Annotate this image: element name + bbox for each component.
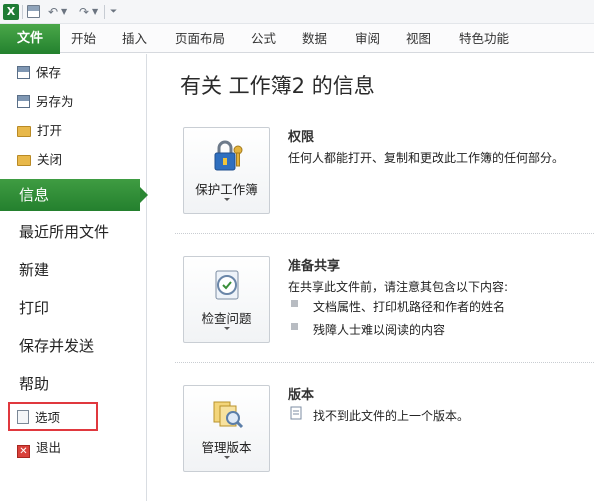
nav-save-send[interactable]: 保存并发送 bbox=[19, 332, 94, 360]
folder-close-icon bbox=[17, 155, 31, 166]
nav-exit[interactable]: ✕ 退出 bbox=[17, 437, 61, 459]
section-divider bbox=[175, 362, 594, 363]
versions-text: 找不到此文件的上一个版本。 bbox=[313, 409, 470, 423]
nav-save-as[interactable]: 另存为 bbox=[17, 91, 74, 113]
bullet-icon bbox=[291, 300, 298, 307]
permissions-text: 任何人都能打开、复制和更改此工作簿的任何部分。 bbox=[288, 151, 565, 165]
lock-key-icon bbox=[214, 140, 243, 171]
tab-special-features[interactable]: 特色功能 bbox=[459, 24, 509, 53]
protect-workbook-label: 保护工作簿 bbox=[195, 182, 258, 197]
tab-page-layout[interactable]: 页面布局 bbox=[175, 24, 225, 53]
versions-heading: 版本 bbox=[288, 388, 315, 403]
tab-review[interactable]: 审阅 bbox=[355, 24, 380, 53]
redo-dropdown-icon[interactable]: ▼ bbox=[92, 4, 98, 20]
ribbon-tab-bar: 开始 插入 页面布局 公式 数据 审阅 视图 特色功能 bbox=[0, 24, 594, 53]
check-issues-label: 检查问题 bbox=[201, 311, 252, 326]
page-title: 有关 工作簿2 的信息 bbox=[180, 74, 375, 98]
manage-versions-label: 管理版本 bbox=[201, 440, 252, 455]
nav-save[interactable]: 保存 bbox=[17, 62, 61, 84]
dropdown-arrow-icon bbox=[224, 327, 230, 330]
dropdown-arrow-icon bbox=[224, 456, 230, 459]
inspect-document-icon bbox=[215, 270, 239, 300]
tab-home[interactable]: 开始 bbox=[71, 24, 96, 53]
dropdown-arrow-icon bbox=[224, 198, 230, 201]
nav-new[interactable]: 新建 bbox=[19, 256, 49, 284]
nav-print[interactable]: 打印 bbox=[19, 294, 49, 322]
nav-open-label: 打开 bbox=[37, 123, 63, 138]
undo-dropdown-icon[interactable]: ▼ bbox=[61, 4, 67, 20]
prepare-item: 文档属性、打印机路径和作者的姓名 bbox=[313, 300, 506, 314]
save-icon[interactable] bbox=[27, 5, 40, 18]
save-as-icon bbox=[17, 95, 30, 108]
nav-save-label: 保存 bbox=[36, 65, 62, 80]
options-highlight-box bbox=[8, 402, 98, 431]
nav-help[interactable]: 帮助 bbox=[19, 370, 49, 398]
document-icon bbox=[290, 406, 302, 420]
folder-open-icon bbox=[17, 126, 31, 137]
excel-app-icon: X bbox=[3, 4, 19, 20]
nav-save-as-label: 另存为 bbox=[36, 94, 74, 109]
manage-versions-button[interactable]: 管理版本 bbox=[183, 385, 270, 472]
nav-open[interactable]: 打开 bbox=[17, 120, 62, 142]
nav-exit-label: 退出 bbox=[36, 440, 62, 455]
prepare-text: 在共享此文件前，请注意其包含以下内容: bbox=[288, 280, 509, 294]
exit-icon: ✕ bbox=[17, 445, 30, 458]
tab-insert[interactable]: 插入 bbox=[122, 24, 147, 53]
tab-data[interactable]: 数据 bbox=[302, 24, 327, 53]
backstage-nav: 保存 另存为 打开 关闭 信息 最近所用文件 新建 打印 保存并发送 帮助 选项… bbox=[0, 54, 148, 501]
save-icon bbox=[17, 66, 30, 79]
permissions-heading: 权限 bbox=[288, 130, 315, 145]
nav-close-label: 关闭 bbox=[37, 152, 63, 167]
version-file-icon bbox=[290, 406, 302, 423]
versions-icon bbox=[213, 401, 244, 429]
nav-recent[interactable]: 最近所用文件 bbox=[19, 218, 109, 246]
quick-access-toolbar: X ↶ ▼ ↷ ▼ ⏷ bbox=[0, 0, 594, 24]
check-issues-button[interactable]: 检查问题 bbox=[183, 256, 270, 343]
redo-icon[interactable]: ↷ bbox=[79, 4, 89, 20]
nav-info-label: 信息 bbox=[19, 186, 50, 204]
customize-toolbar-icon[interactable]: ⏷ bbox=[110, 4, 117, 20]
toolbar-separator bbox=[22, 5, 23, 19]
toolbar-separator bbox=[104, 5, 105, 19]
prepare-item: 残障人士难以阅读的内容 bbox=[313, 323, 446, 337]
tab-formulas[interactable]: 公式 bbox=[251, 24, 276, 53]
nav-info[interactable]: 信息 bbox=[0, 179, 148, 211]
undo-icon[interactable]: ↶ bbox=[48, 4, 58, 20]
tab-file[interactable]: 文件 bbox=[0, 24, 60, 54]
protect-workbook-button[interactable]: 保护工作簿 bbox=[183, 127, 270, 214]
prepare-heading: 准备共享 bbox=[288, 259, 341, 274]
bullet-icon bbox=[291, 323, 298, 330]
nav-close[interactable]: 关闭 bbox=[17, 149, 62, 171]
tab-view[interactable]: 视图 bbox=[406, 24, 431, 53]
section-divider bbox=[175, 233, 594, 234]
